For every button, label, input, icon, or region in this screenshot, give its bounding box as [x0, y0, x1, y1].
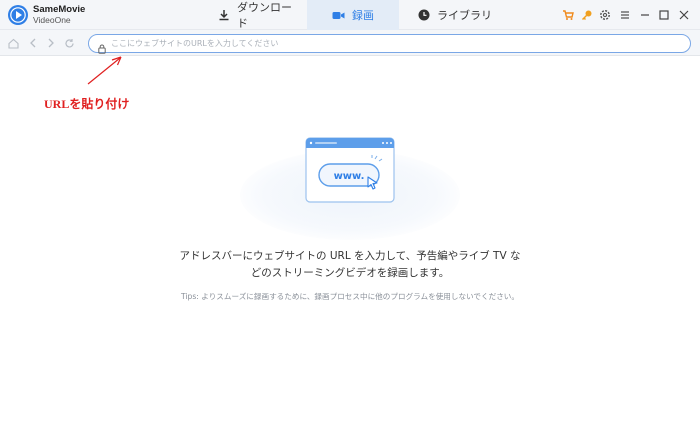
cart-icon[interactable]	[561, 8, 575, 22]
menu-icon[interactable]	[618, 8, 632, 22]
download-icon	[218, 9, 230, 21]
app-window: SameMovie VideoOne ダウンロード 録画 ライブラリ ここにウェ…	[0, 0, 700, 446]
main-message: アドレスバーにウェブサイトの URL を入力して、予告編やライブ TV な どの…	[150, 248, 550, 282]
record-icon	[332, 10, 345, 21]
annotation-label: URLを貼り付け	[44, 97, 130, 111]
title-bar: SameMovie VideoOne ダウンロード 録画 ライブラリ	[0, 0, 700, 30]
tab-record[interactable]: 録画	[307, 0, 399, 30]
tab-download[interactable]: ダウンロード	[212, 0, 300, 30]
key-icon[interactable]	[580, 8, 594, 22]
app-brand: SameMovie VideoOne	[33, 4, 85, 26]
tab-download-label: ダウンロード	[237, 1, 292, 30]
main-message-line1: アドレスバーにウェブサイトの URL を入力して、予告編やライブ TV な	[179, 250, 521, 262]
close-icon[interactable]	[677, 8, 691, 22]
reload-icon[interactable]	[62, 36, 76, 50]
tab-record-label: 録画	[352, 9, 374, 22]
brand-subname: VideoOne	[33, 15, 71, 25]
tips-text: Tips: よりスムーズに録画するために、録画プロセス中に他のプログラムを使用し…	[181, 292, 519, 301]
clock-icon	[418, 9, 430, 21]
tab-library-label: ライブラリ	[437, 9, 492, 22]
url-bar[interactable]	[88, 34, 691, 54]
annotation-arrow	[87, 56, 122, 85]
brand-name: SameMovie	[33, 4, 86, 15]
main-message-line2: どのストリーミングビデオを録画します。	[250, 267, 450, 279]
browser-illustration: www.	[305, 137, 395, 203]
url-input[interactable]	[111, 36, 681, 51]
illustration-www-text: www.	[334, 171, 365, 182]
tab-library[interactable]: ライブラリ	[412, 0, 492, 30]
minimize-icon[interactable]	[638, 8, 652, 22]
app-logo	[8, 5, 28, 25]
back-icon[interactable]	[26, 36, 40, 50]
maximize-icon[interactable]	[657, 8, 671, 22]
forward-icon[interactable]	[44, 36, 58, 50]
gear-icon[interactable]	[598, 8, 612, 22]
home-icon[interactable]	[6, 36, 20, 50]
